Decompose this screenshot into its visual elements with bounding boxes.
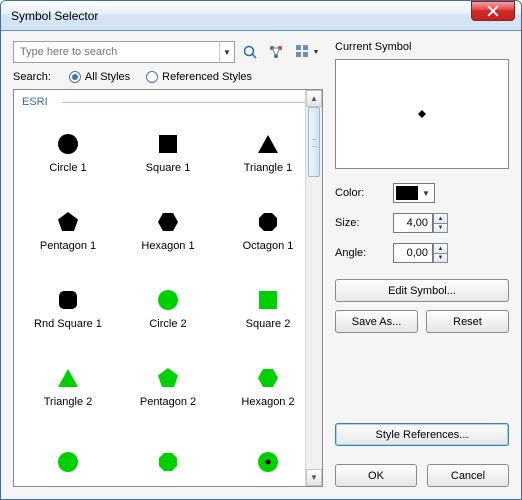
search-dropdown-icon[interactable]: ▼	[219, 42, 234, 62]
symbol-shape-icon	[256, 210, 280, 234]
symbol-list: ESRI Circle 1 Square 1 Triangle 1 Pentagon …	[13, 89, 323, 487]
color-label: Color:	[335, 187, 387, 199]
symbol-item[interactable]	[118, 426, 218, 487]
symbol-item[interactable]: Triangle 1	[218, 114, 318, 192]
symbol-item[interactable]: Circle 1	[18, 114, 118, 192]
close-icon	[487, 5, 499, 17]
symbol-item[interactable]: Circle 2	[118, 270, 218, 348]
search-icon	[242, 44, 258, 60]
symbol-item[interactable]: Square 2	[218, 270, 318, 348]
view-mode-button[interactable]: ▼	[291, 41, 323, 63]
symbol-label: Circle 2	[149, 318, 186, 330]
color-swatch	[396, 186, 418, 200]
save-as-button[interactable]: Save As...	[335, 310, 418, 333]
symbol-item[interactable]: Pentagon 1	[18, 192, 118, 270]
symbol-item[interactable]: Triangle 2	[18, 348, 118, 426]
symbol-shape-icon	[156, 288, 180, 312]
symbol-item[interactable]: Pentagon 2	[118, 348, 218, 426]
symbol-label: Triangle 1	[244, 162, 293, 174]
symbol-shape-icon	[56, 366, 80, 390]
symbol-label: Square 1	[146, 162, 191, 174]
symbol-shape-icon	[156, 366, 180, 390]
window-title: Symbol Selector	[11, 9, 98, 23]
close-button[interactable]	[471, 1, 515, 21]
angle-spinner[interactable]: ▲▼	[433, 243, 448, 263]
color-picker[interactable]: ▼	[393, 183, 435, 203]
scroll-up-icon[interactable]: ▲	[306, 90, 322, 107]
symbol-shape-icon	[256, 132, 280, 156]
symbol-shape-icon	[56, 132, 80, 156]
titlebar: Symbol Selector	[1, 1, 521, 31]
radio-referenced-styles-label: Referenced Styles	[162, 71, 252, 83]
relations-icon	[268, 44, 284, 60]
symbol-item[interactable]: Hexagon 1	[118, 192, 218, 270]
search-scope-label: Search:	[13, 71, 51, 83]
symbol-label: Square 2	[246, 318, 291, 330]
preview-diamond-icon	[418, 110, 426, 118]
search-button[interactable]	[239, 41, 261, 63]
symbol-shape-icon	[56, 288, 80, 312]
symbol-label: Octagon 1	[243, 240, 294, 252]
symbol-item[interactable]: Octagon 1	[218, 192, 318, 270]
angle-label: Angle:	[335, 247, 387, 259]
symbol-shape-icon	[56, 210, 80, 234]
symbol-label: Pentagon 2	[140, 396, 196, 408]
reset-button[interactable]: Reset	[426, 310, 509, 333]
symbol-label: Triangle 2	[44, 396, 93, 408]
current-symbol-preview	[335, 59, 509, 169]
symbol-item[interactable]: Rnd Square 1	[18, 270, 118, 348]
size-label: Size:	[335, 217, 387, 229]
category-label: ESRI	[14, 90, 322, 110]
angle-input[interactable]	[393, 243, 433, 263]
radio-referenced-styles[interactable]: Referenced Styles	[146, 71, 252, 83]
size-spinner[interactable]: ▲▼	[433, 213, 448, 233]
search-input[interactable]	[14, 46, 219, 58]
symbol-item[interactable]	[18, 426, 118, 487]
symbol-label: Rnd Square 1	[34, 318, 102, 330]
symbol-selector-window: Symbol Selector ▼ ▼	[0, 0, 522, 500]
radio-all-styles-label: All Styles	[85, 71, 130, 83]
symbol-shape-icon	[256, 450, 280, 474]
symbol-shape-icon	[256, 366, 280, 390]
symbol-item[interactable]: Hexagon 2	[218, 348, 318, 426]
search-input-wrap[interactable]: ▼	[13, 41, 235, 63]
relations-button[interactable]	[265, 41, 287, 63]
symbol-label: Circle 1	[49, 162, 86, 174]
current-symbol-label: Current Symbol	[335, 41, 509, 53]
chevron-down-icon: ▼	[313, 49, 320, 56]
symbol-shape-icon	[156, 132, 180, 156]
grid-view-icon	[295, 44, 311, 60]
symbol-shape-icon	[56, 450, 80, 474]
symbol-item[interactable]: Square 1	[118, 114, 218, 192]
scroll-thumb[interactable]	[308, 107, 320, 177]
symbol-shape-icon	[156, 450, 180, 474]
symbol-label: Pentagon 1	[40, 240, 96, 252]
symbol-shape-icon	[156, 210, 180, 234]
symbol-shape-icon	[256, 288, 280, 312]
cancel-button[interactable]: Cancel	[427, 464, 509, 487]
scroll-down-icon[interactable]: ▼	[306, 469, 322, 486]
symbol-label: Hexagon 1	[141, 240, 194, 252]
style-references-button[interactable]: Style References...	[335, 423, 509, 446]
ok-button[interactable]: OK	[335, 464, 417, 487]
scrollbar[interactable]: ▲ ▼	[305, 90, 322, 486]
edit-symbol-button[interactable]: Edit Symbol...	[335, 279, 509, 302]
symbol-item[interactable]	[218, 426, 318, 487]
radio-all-styles[interactable]: All Styles	[69, 71, 130, 83]
chevron-down-icon: ▼	[418, 189, 434, 198]
size-input[interactable]	[393, 213, 433, 233]
symbol-label: Hexagon 2	[241, 396, 294, 408]
